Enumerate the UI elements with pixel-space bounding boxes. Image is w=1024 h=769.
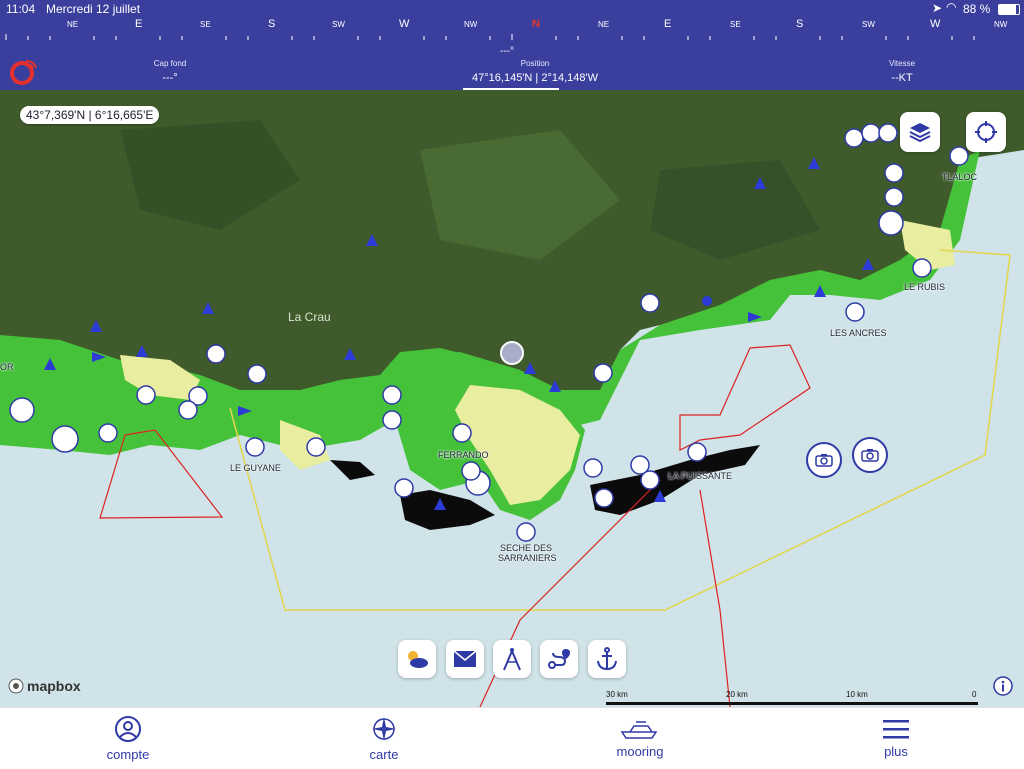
tab-compte[interactable]: compte <box>0 708 256 769</box>
tab-mooring-label: mooring <box>616 744 664 759</box>
route-button[interactable] <box>540 640 578 678</box>
wifi-icon: ◠ <box>946 0 957 14</box>
envelope-icon <box>453 650 477 667</box>
menu-icon <box>883 720 909 739</box>
compass-tick: S <box>796 18 804 30</box>
position-value: 47°16,145'N | 2°14,148'W <box>472 72 598 84</box>
user-icon <box>115 716 141 742</box>
place-label-ferrando: FERRANDO <box>438 450 489 460</box>
locate-button[interactable] <box>966 112 1006 152</box>
measure-button[interactable] <box>493 640 531 678</box>
info-icon <box>993 676 1013 696</box>
compass-north-marker: N <box>532 18 540 30</box>
position-label: Position <box>520 59 550 68</box>
compass-tick: NE <box>598 20 610 29</box>
battery-icon <box>998 4 1020 15</box>
battery-percent: 88 % <box>963 2 991 16</box>
bottom-tab-bar: compte carte mooring plus <box>0 707 1024 769</box>
place-label-la-puissante: LA PUISSANTE <box>668 471 733 481</box>
scale-bar: 30 km 20 km 10 km 0 <box>606 690 978 705</box>
place-label-le-rubis: LE RUBIS <box>904 282 946 292</box>
life-buoy-logo-icon <box>10 60 37 85</box>
place-label-le-guyane: LE GUYANE <box>230 463 281 473</box>
location-icon: ➤ <box>932 1 943 15</box>
place-label-seche-des-sarraniers: SECHE DES SARRANIERS <box>498 543 557 563</box>
place-label-les-ancres: LES ANCRES <box>830 328 887 338</box>
map-view[interactable]: La Crau OR LE GUYANE FERRANDO SECHE DES … <box>0 90 1024 707</box>
compass-tick: NW <box>464 20 478 29</box>
nautical-chart <box>0 90 1024 707</box>
layers-icon <box>909 123 931 143</box>
tab-carte[interactable]: carte <box>256 708 512 769</box>
heading-value: ---° <box>500 46 514 57</box>
tab-carte-label: carte <box>369 747 399 762</box>
weather-icon <box>408 651 428 668</box>
compass-rose-icon <box>372 717 396 741</box>
crosshair-icon <box>975 121 997 143</box>
anchor-icon <box>597 647 617 671</box>
status-bar: 11:04 Mercredi 12 juillet ➤ ◠ 88 % <box>0 0 1024 18</box>
place-label-la-crau: La Crau <box>288 310 331 324</box>
place-label-or: OR <box>0 362 14 372</box>
app-logo[interactable] <box>8 58 38 91</box>
compass-tick: W <box>930 18 941 30</box>
compass-tick: NE <box>67 20 79 29</box>
compass-tick: SW <box>332 20 345 29</box>
tab-mooring[interactable]: mooring <box>512 708 768 769</box>
layers-button[interactable] <box>900 112 940 152</box>
info-button[interactable] <box>993 676 1013 701</box>
compass-tick: SE <box>200 20 211 29</box>
position-underline <box>463 88 559 90</box>
cap-fond-value: ---° <box>162 72 178 84</box>
compass-divider-icon <box>503 648 521 671</box>
tab-plus[interactable]: plus <box>768 708 1024 769</box>
messages-button[interactable] <box>446 640 484 678</box>
compass-tick: E <box>664 18 672 30</box>
place-label-tlaloc: TLALOC <box>942 172 978 182</box>
mapbox-attribution[interactable]: mapbox <box>8 678 81 694</box>
cursor-coordinates: 43°7,369'N | 6°16,665'E <box>20 106 160 124</box>
camera-icon <box>815 454 833 467</box>
navigation-header: 11:04 Mercredi 12 juillet ➤ ◠ 88 % NE E … <box>0 0 1024 90</box>
mapbox-logo-icon <box>8 678 24 694</box>
compass-tick: NW <box>994 20 1008 29</box>
vitesse-value: --KT <box>891 72 913 84</box>
compass-tick: SE <box>730 20 741 29</box>
route-icon <box>548 649 570 669</box>
compass-tick: S <box>268 18 276 30</box>
vitesse-label: Vitesse <box>888 59 916 68</box>
photo-marker[interactable] <box>852 437 888 473</box>
status-time: 11:04 <box>6 2 36 16</box>
tab-plus-label: plus <box>884 744 908 759</box>
tab-compte-label: compte <box>106 747 150 762</box>
compass-tick: W <box>399 18 410 30</box>
boat-icon <box>620 721 658 739</box>
cap-fond-label: Cap fond <box>153 59 187 68</box>
status-date: Mercredi 12 juillet <box>46 2 141 16</box>
user-location-marker <box>500 341 524 365</box>
heading-compass-strip: NE E SE S SW W NW N NE E SE S SW W NW --… <box>0 18 1024 57</box>
camera-icon <box>861 449 879 462</box>
photo-marker[interactable] <box>806 442 842 478</box>
compass-tick: E <box>135 18 143 30</box>
compass-tick: SW <box>862 20 875 29</box>
anchor-button[interactable] <box>588 640 626 678</box>
weather-button[interactable] <box>398 640 436 678</box>
